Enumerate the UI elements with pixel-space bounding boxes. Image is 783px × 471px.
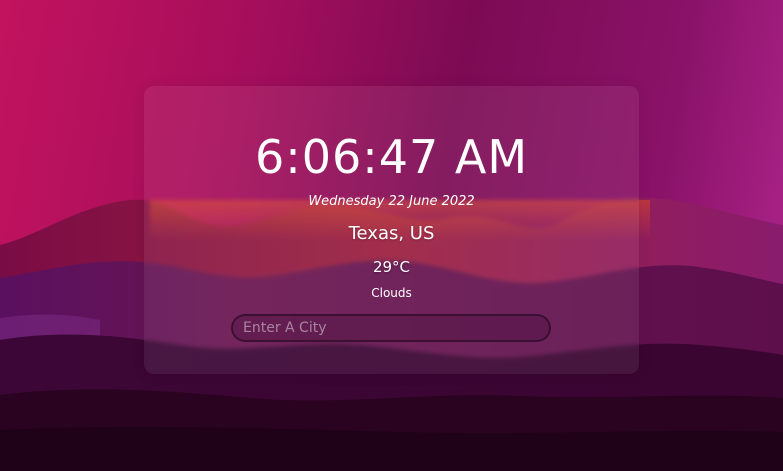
clock-date: Wednesday 22 June 2022 bbox=[308, 194, 475, 209]
city-search-input[interactable] bbox=[231, 314, 551, 342]
weather-condition: Clouds bbox=[371, 286, 412, 300]
clock-time: 6:06:47 AM bbox=[254, 130, 529, 184]
weather-location: Texas, US bbox=[348, 223, 435, 244]
weather-temperature: 29°C bbox=[372, 258, 411, 276]
